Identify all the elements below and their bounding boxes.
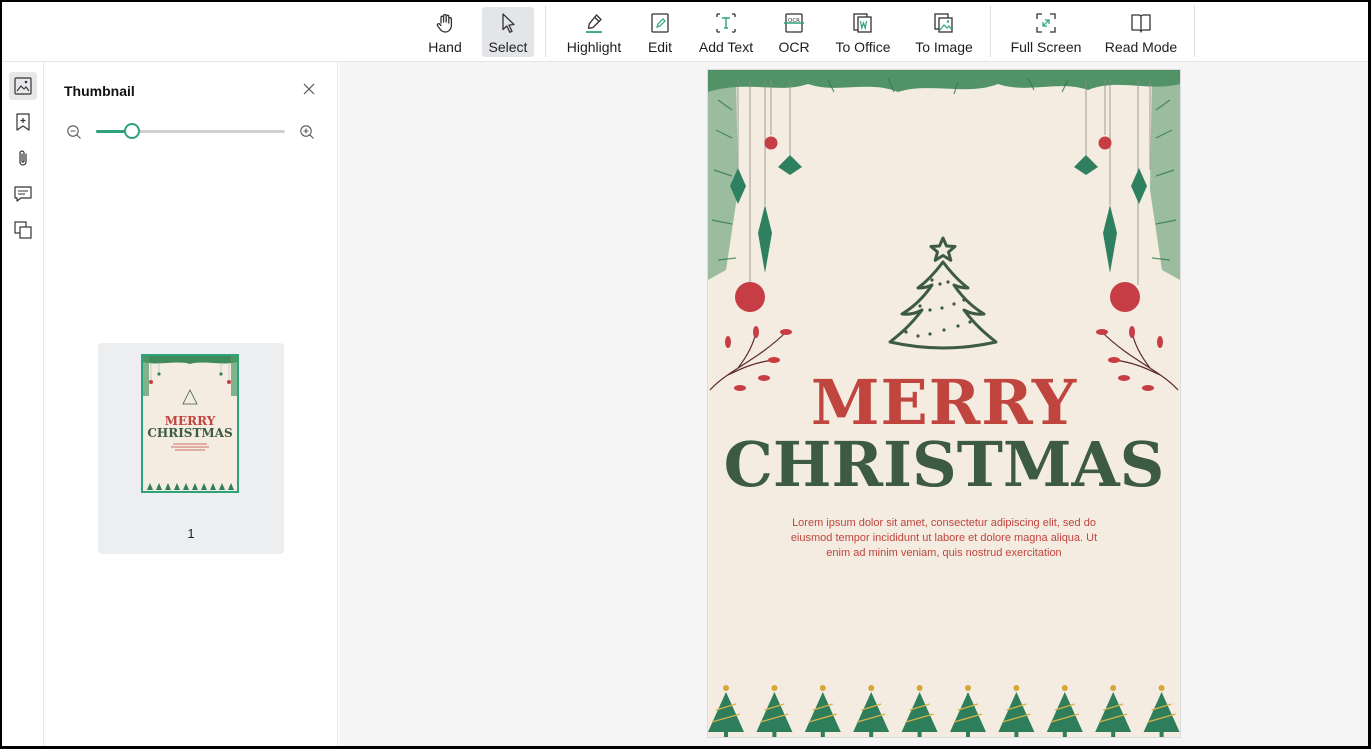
thumbnail-heading-christmas: CHRISTMAS <box>147 426 233 440</box>
bottom-tree <box>756 685 793 737</box>
hand-tool-label: Hand <box>428 39 462 55</box>
hand-icon <box>436 13 453 33</box>
bottom-tree <box>1046 685 1083 737</box>
panel-title: Thumbnail <box>64 83 135 99</box>
highlight-tool-button[interactable]: Highlight <box>563 7 625 57</box>
add-text-tool-label: Add Text <box>698 39 754 55</box>
bookmark-icon <box>16 113 30 131</box>
hand-tool-button[interactable]: Hand <box>426 7 464 57</box>
comment-icon <box>14 186 32 202</box>
select-tool-label: Select <box>488 39 528 55</box>
text-box-icon <box>716 13 736 33</box>
bottom-tree <box>901 685 938 737</box>
bottom-tree <box>1143 685 1180 737</box>
zoom-out-icon[interactable] <box>66 124 82 140</box>
cursor-icon <box>502 13 515 33</box>
page-number: 1 <box>187 526 195 541</box>
ocr-tool-label: OCR <box>778 39 810 55</box>
zoom-in-icon[interactable] <box>299 124 315 140</box>
highlighter-icon <box>586 14 602 33</box>
bottom-tree <box>998 685 1035 737</box>
sidebar-item-comment[interactable] <box>9 180 37 208</box>
select-tool-button[interactable]: Select <box>482 7 534 57</box>
thumbnail-icon <box>14 77 32 95</box>
app-window: Hand Select Highlight Edit Add Text OCR … <box>2 2 1368 746</box>
bottom-tree <box>804 685 841 737</box>
bottom-tree <box>950 685 986 737</box>
edit-tool-button[interactable]: Edit <box>642 7 678 57</box>
svg-text:OCR: OCR <box>788 18 800 24</box>
sidebar-item-bookmark[interactable] <box>9 108 37 136</box>
heading-christmas: CHRISTMAS <box>723 428 1165 501</box>
toolbar-divider <box>545 5 546 57</box>
to-office-tool-button[interactable]: To Office <box>832 7 894 57</box>
close-icon[interactable] <box>301 81 317 97</box>
sidebar-item-thumbnail[interactable] <box>9 72 37 100</box>
toolbar: Hand Select Highlight Edit Add Text OCR … <box>2 2 1368 62</box>
thumbnail-panel: Thumbnail MERRY CHRISTMAS 1 <box>44 62 338 746</box>
book-icon <box>1131 14 1151 33</box>
full-screen-tool-label: Full Screen <box>1010 39 1082 55</box>
edit-icon <box>651 13 669 33</box>
ocr-tool-button[interactable]: OCR OCR <box>774 7 814 57</box>
read-mode-tool-button[interactable]: Read Mode <box>1102 7 1180 57</box>
add-text-tool-button[interactable]: Add Text <box>695 7 757 57</box>
highlight-tool-label: Highlight <box>566 39 622 55</box>
attachment-icon <box>19 150 27 166</box>
bottom-tree <box>853 685 890 737</box>
image-convert-icon <box>934 13 953 33</box>
bottom-tree <box>708 685 744 737</box>
fullscreen-icon <box>1036 13 1056 33</box>
edit-tool-label: Edit <box>647 39 673 55</box>
read-mode-tool-label: Read Mode <box>1104 39 1178 55</box>
slider-handle[interactable] <box>123 123 140 139</box>
to-image-tool-label: To Image <box>915 39 973 55</box>
sidebar-icon-bar <box>2 62 44 746</box>
layers-icon <box>14 221 32 239</box>
document-viewport[interactable]: MERRY CHRISTMAS Lorem ipsum dolor sit am… <box>339 62 1368 746</box>
full-screen-tool-button[interactable]: Full Screen <box>1007 7 1085 57</box>
body-text: Lorem ipsum dolor sit amet, consectetur … <box>790 517 1098 559</box>
sidebar-item-layers[interactable] <box>9 216 37 244</box>
bottom-tree <box>1095 685 1132 737</box>
ocr-icon: OCR <box>784 13 804 33</box>
thumbnail-zoom-slider[interactable] <box>96 123 285 139</box>
document-page[interactable]: MERRY CHRISTMAS Lorem ipsum dolor sit am… <box>708 70 1180 737</box>
word-doc-icon <box>853 13 872 33</box>
to-image-tool-button[interactable]: To Image <box>913 7 975 57</box>
to-office-tool-label: To Office <box>835 39 891 55</box>
page-thumbnail[interactable]: MERRY CHRISTMAS 1 <box>98 343 284 554</box>
page-thumbnail-image: MERRY CHRISTMAS <box>141 354 239 493</box>
toolbar-divider <box>1194 5 1195 57</box>
toolbar-divider <box>990 5 991 57</box>
sidebar-item-attachment[interactable] <box>9 144 37 172</box>
